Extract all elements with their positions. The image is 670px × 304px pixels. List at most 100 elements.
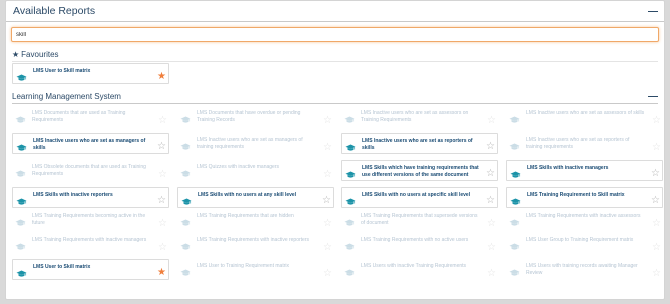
report-label[interactable]: LMS User to Skill matrix — [33, 264, 152, 271]
favourite-star-icon[interactable]: ☆ — [157, 196, 166, 206]
report-card[interactable]: LMS Training Requirements with inactive … — [177, 233, 334, 254]
report-card[interactable]: LMS Inactive users who are set as report… — [341, 133, 498, 154]
report-label[interactable]: LMS Documents that have overdue or pendi… — [197, 110, 318, 123]
favourite-star-icon[interactable]: ★ — [157, 72, 166, 82]
report-label[interactable]: LMS Skills with no users at specific ski… — [362, 192, 481, 199]
report-card[interactable]: LMS Training Requirements that are hidde… — [177, 209, 334, 230]
report-card[interactable]: LMS Documents that have overdue or pendi… — [177, 106, 334, 127]
favourite-star-icon[interactable]: ★ — [157, 268, 166, 278]
report-label[interactable]: LMS Skills with inactive managers — [527, 165, 646, 172]
report-label[interactable]: LMS Inactive users who are set as assess… — [526, 110, 647, 117]
report-label[interactable]: LMS Training Requirements becoming activ… — [32, 213, 153, 226]
favourite-star-icon[interactable]: ☆ — [158, 170, 167, 180]
graduation-cap-icon — [181, 193, 192, 205]
report-label[interactable]: LMS Quizzes with inactive managers — [197, 164, 318, 171]
report-card[interactable]: LMS Skills with inactive managers ☆ — [506, 160, 663, 181]
report-card[interactable]: LMS User to Skill matrix ★ — [12, 259, 169, 280]
favourite-star-icon[interactable]: ☆ — [158, 116, 167, 126]
favourite-star-icon[interactable]: ☆ — [652, 269, 661, 279]
report-label[interactable]: LMS User to Skill matrix — [33, 68, 152, 75]
report-label[interactable]: LMS Documents that are used as Training … — [32, 110, 153, 123]
graduation-cap-icon — [15, 165, 26, 177]
favourite-star-icon[interactable]: ☆ — [323, 243, 332, 253]
favourite-star-icon[interactable]: ☆ — [486, 196, 495, 206]
favourite-star-icon[interactable]: ☆ — [158, 219, 167, 229]
report-label[interactable]: LMS Skills which have training requireme… — [362, 165, 481, 178]
favourite-star-icon[interactable]: ☆ — [322, 196, 331, 206]
favourite-star-icon[interactable]: ☆ — [652, 143, 661, 153]
favourite-star-icon[interactable]: ☆ — [487, 219, 496, 229]
report-label[interactable]: LMS Inactive users who are set as manage… — [33, 138, 152, 151]
report-card[interactable]: LMS Training Requirement to Skill matrix… — [506, 187, 663, 208]
favourite-star-icon[interactable]: ☆ — [651, 169, 660, 179]
report-card[interactable]: LMS User Group to Training Requirement m… — [506, 233, 663, 254]
report-card[interactable]: LMS Skills with inactive reporters ☆ — [12, 187, 169, 208]
collapse-panel-button[interactable]: — — [648, 7, 658, 17]
report-label[interactable]: LMS Obsolete documents that are used as … — [32, 164, 153, 177]
report-label[interactable]: LMS Skills with no users at any skill le… — [198, 192, 317, 199]
report-card[interactable]: LMS User to Training Requirement matrix ☆ — [177, 259, 334, 280]
report-label[interactable]: LMS Training Requirements with inactive … — [526, 213, 647, 220]
report-card[interactable]: LMS Inactive users who are set as report… — [506, 133, 663, 154]
report-label[interactable]: LMS Inactive users who are set as report… — [526, 137, 647, 150]
favourite-star-icon[interactable]: ☆ — [652, 219, 661, 229]
favourite-star-icon[interactable]: ☆ — [323, 219, 332, 229]
report-card[interactable]: LMS Training Requirements with no active… — [341, 233, 498, 254]
report-label[interactable]: LMS Inactive users who are set as report… — [362, 138, 481, 151]
graduation-cap-icon — [16, 69, 27, 81]
favourites-title: Favourites — [21, 50, 59, 59]
graduation-cap-icon — [509, 138, 520, 150]
report-label[interactable]: LMS Skills with inactive reporters — [33, 192, 152, 199]
report-card[interactable]: LMS Skills which have training requireme… — [341, 160, 498, 181]
report-label[interactable]: LMS Training Requirements with no active… — [361, 237, 482, 244]
graduation-cap-icon — [510, 193, 521, 205]
report-card[interactable]: LMS Training Requirements that supersede… — [341, 209, 498, 230]
report-card[interactable]: LMS Training Requirements becoming activ… — [12, 209, 169, 230]
report-label[interactable]: LMS Users with inactive Training Require… — [361, 263, 482, 270]
favourite-star-icon[interactable]: ☆ — [652, 116, 661, 126]
report-label[interactable]: LMS Training Requirements that supersede… — [361, 213, 482, 226]
report-card[interactable]: LMS Users with inactive Training Require… — [341, 259, 498, 280]
graduation-cap-icon — [509, 238, 520, 250]
favourite-star-icon[interactable]: ☆ — [323, 116, 332, 126]
report-card[interactable]: LMS Documents that are used as Training … — [12, 106, 169, 127]
report-label[interactable]: LMS Training Requirement to Skill matrix — [527, 192, 646, 199]
graduation-cap-icon — [16, 193, 27, 205]
favourite-star-icon[interactable]: ☆ — [487, 269, 496, 279]
report-card[interactable]: LMS Inactive users who are set as manage… — [177, 133, 334, 154]
report-label[interactable]: LMS Inactive users who are set as assess… — [361, 110, 482, 123]
report-card[interactable]: LMS User to Skill matrix ★ — [12, 63, 169, 84]
favourite-star-icon[interactable]: ☆ — [487, 116, 496, 126]
report-label[interactable]: LMS Inactive users who are set as manage… — [197, 137, 318, 150]
report-label[interactable]: LMS User to Training Requirement matrix — [197, 263, 318, 270]
report-card[interactable]: LMS Skills with no users at any skill le… — [177, 187, 334, 208]
report-label[interactable]: LMS Training Requirements that are hidde… — [197, 213, 318, 220]
graduation-cap-icon — [509, 264, 520, 276]
report-label[interactable]: LMS Users with training records awaiting… — [526, 263, 647, 276]
favourite-star-icon[interactable]: ☆ — [486, 169, 495, 179]
graduation-cap-icon — [345, 193, 356, 205]
report-card[interactable]: LMS Skills with no users at specific ski… — [341, 187, 498, 208]
report-card[interactable]: LMS Quizzes with inactive managers ☆ — [177, 160, 334, 181]
report-label[interactable]: LMS User Group to Training Requirement m… — [526, 237, 647, 244]
report-label[interactable]: LMS Training Requirements with inactive … — [32, 237, 153, 244]
collapse-section-button[interactable]: — — [648, 92, 658, 102]
favourite-star-icon[interactable]: ☆ — [486, 142, 495, 152]
report-card[interactable]: LMS Obsolete documents that are used as … — [12, 160, 169, 181]
report-card[interactable]: LMS Training Requirements with inactive … — [506, 209, 663, 230]
report-card[interactable]: LMS Training Requirements with inactive … — [12, 233, 169, 254]
favourite-star-icon[interactable]: ☆ — [323, 269, 332, 279]
search-input[interactable] — [11, 27, 659, 42]
favourite-star-icon[interactable]: ☆ — [651, 196, 660, 206]
favourite-star-icon[interactable]: ☆ — [157, 142, 166, 152]
favourite-star-icon[interactable]: ☆ — [487, 243, 496, 253]
favourite-star-icon[interactable]: ☆ — [323, 170, 332, 180]
favourite-star-icon[interactable]: ☆ — [158, 243, 167, 253]
report-card[interactable]: LMS Users with training records awaiting… — [506, 259, 663, 280]
report-label[interactable]: LMS Training Requirements with inactive … — [197, 237, 318, 244]
favourite-star-icon[interactable]: ☆ — [323, 143, 332, 153]
favourite-star-icon[interactable]: ☆ — [652, 243, 661, 253]
report-card[interactable]: LMS Inactive users who are set as assess… — [341, 106, 498, 127]
report-card[interactable]: LMS Inactive users who are set as assess… — [506, 106, 663, 127]
report-card[interactable]: LMS Inactive users who are set as manage… — [12, 133, 169, 154]
